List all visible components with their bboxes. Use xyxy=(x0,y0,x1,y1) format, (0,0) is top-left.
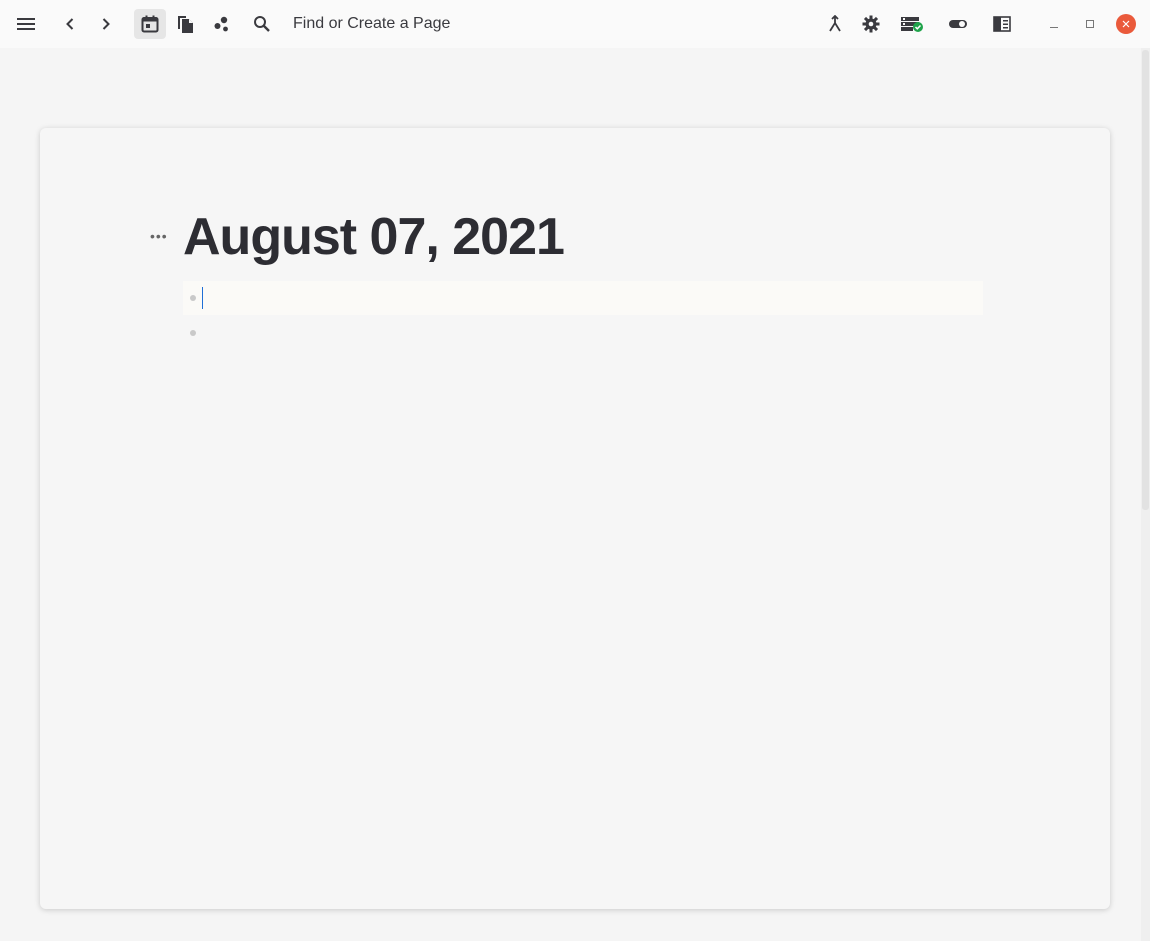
page-title[interactable]: August 07, 2021 xyxy=(183,205,565,269)
block-item[interactable] xyxy=(183,316,983,350)
settings-button[interactable] xyxy=(855,9,887,39)
merge-icon xyxy=(829,15,841,32)
right-sidebar-button[interactable] xyxy=(986,9,1018,39)
theme-toggle-button[interactable] xyxy=(942,9,974,39)
search-icon xyxy=(254,16,270,32)
calendar-icon xyxy=(141,15,159,33)
chevron-right-icon xyxy=(102,18,110,30)
menu-icon xyxy=(17,18,35,30)
text-caret xyxy=(202,287,203,309)
forward-button[interactable] xyxy=(90,9,122,39)
chevron-left-icon xyxy=(66,18,74,30)
gear-icon xyxy=(862,15,880,33)
bullet-icon[interactable] xyxy=(190,330,196,336)
minimize-button[interactable] xyxy=(1044,14,1064,34)
search-button[interactable] xyxy=(246,9,278,39)
pages-icon xyxy=(178,16,193,33)
close-icon xyxy=(1122,20,1130,28)
block-editing[interactable] xyxy=(183,281,983,315)
graph-icon xyxy=(214,16,228,32)
toggle-icon xyxy=(949,20,967,28)
scrollbar-thumb[interactable] xyxy=(1142,50,1149,510)
search-input[interactable]: Find or Create a Page xyxy=(293,13,450,35)
graph-view-button[interactable] xyxy=(206,9,238,39)
top-toolbar: Find or Create a Page xyxy=(0,0,1150,48)
back-button[interactable] xyxy=(54,9,86,39)
journals-button[interactable] xyxy=(134,9,166,39)
sync-status-button[interactable] xyxy=(896,9,928,39)
all-pages-button[interactable] xyxy=(170,9,202,39)
merge-button[interactable] xyxy=(819,9,851,39)
close-button[interactable] xyxy=(1116,14,1136,34)
minimize-icon xyxy=(1050,27,1058,28)
page-options-icon[interactable]: ••• xyxy=(150,229,168,243)
sync-status-icon xyxy=(901,17,923,32)
bullet-icon[interactable] xyxy=(190,295,196,301)
menu-button[interactable] xyxy=(10,9,42,39)
maximize-icon xyxy=(1086,20,1094,28)
right-sidebar-icon xyxy=(993,16,1011,32)
maximize-button[interactable] xyxy=(1080,14,1100,34)
